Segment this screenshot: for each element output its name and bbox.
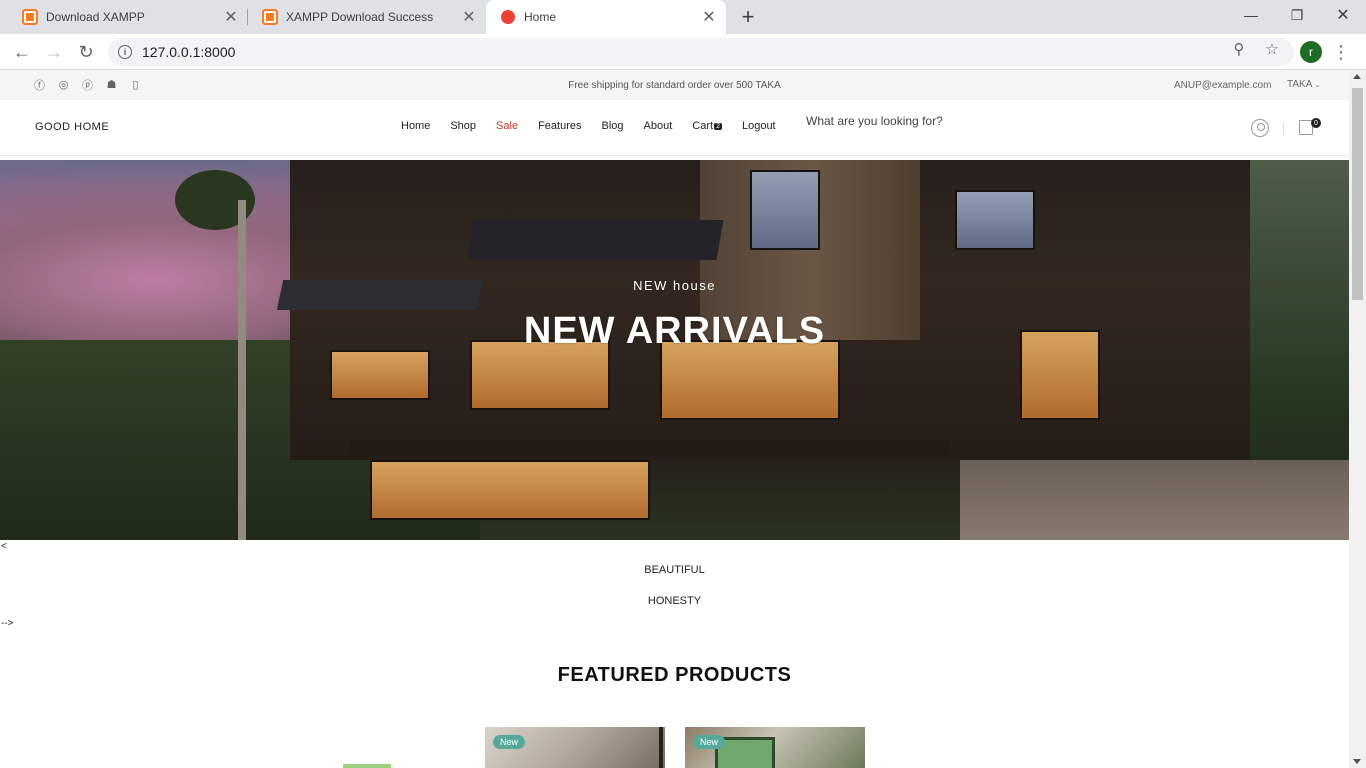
divider (1283, 123, 1284, 135)
back-button[interactable]: ← (9, 39, 35, 65)
user-icon[interactable] (1251, 119, 1269, 137)
nav-shop[interactable]: Shop (450, 120, 476, 132)
scrollbar-thumb[interactable] (1352, 88, 1363, 300)
nav-cart[interactable]: Cart 2 (692, 120, 722, 132)
tab-title: XAMPP Download Success (286, 10, 434, 24)
page-scrollbar[interactable] (1349, 70, 1366, 768)
close-icon[interactable]: ✕ (458, 6, 480, 28)
account-email[interactable]: ANUP@example.com (1174, 80, 1271, 91)
forward-button[interactable]: → (41, 39, 67, 65)
zoom-icon[interactable]: ⚲ (1229, 39, 1249, 59)
reload-button[interactable]: ↻ (73, 39, 99, 65)
site-logo[interactable]: GOOD HOME (35, 121, 109, 133)
nav-home[interactable]: Home (401, 120, 430, 132)
hero-title: NEW ARRIVALS (523, 310, 826, 352)
tab-strip: Download XAMPP ✕ XAMPP Download Success … (0, 0, 1366, 34)
nav-about[interactable]: About (644, 120, 673, 132)
nav-logout[interactable]: Logout (742, 120, 776, 132)
close-icon[interactable]: ✕ (698, 6, 720, 28)
chevron-down-icon: ⌄ (1314, 82, 1321, 89)
url-text: 127.0.0.1:8000 (142, 44, 236, 60)
page-viewport: ⓕ ◎ ⓟ ☗ ▯ Free shipping for standard ord… (0, 70, 1366, 768)
xampp-icon (22, 9, 38, 25)
stray-markup-close: --> (1, 618, 14, 629)
tab-xampp-success[interactable]: XAMPP Download Success ✕ (248, 0, 486, 34)
close-window-button[interactable]: ✕ (1320, 0, 1366, 30)
scroll-down-icon[interactable] (1353, 759, 1361, 764)
new-tab-button[interactable]: + (736, 4, 760, 29)
nav-sale[interactable]: Sale (496, 120, 518, 132)
bookmark-star-icon[interactable]: ☆ (1262, 39, 1282, 59)
minimize-button[interactable]: — (1228, 0, 1274, 30)
tab-download-xampp[interactable]: Download XAMPP ✕ (8, 0, 248, 34)
tab-home[interactable]: Home ✕ (486, 0, 726, 34)
restore-button[interactable]: ❐ (1274, 0, 1320, 30)
featured-products-title: FEATURED PRODUCTS (557, 664, 792, 686)
currency-label: TAKA (1287, 79, 1312, 90)
tagline-beautiful: BEAUTIFUL (644, 564, 705, 576)
top-bar: ⓕ ◎ ⓟ ☗ ▯ Free shipping for standard ord… (0, 70, 1349, 100)
close-icon[interactable]: ✕ (220, 6, 242, 28)
tab-title: Download XAMPP (46, 10, 145, 24)
shipping-notice: Free shipping for standard order over 50… (568, 80, 781, 91)
browser-toolbar: ← → ↻ i 127.0.0.1:8000 ⚲ ☆ r ⋮ (0, 34, 1366, 70)
nav-blog[interactable]: Blog (602, 120, 624, 132)
browser-menu-icon[interactable]: ⋮ (1332, 41, 1350, 63)
new-badge: New (493, 735, 526, 749)
nav-menu: Home Shop Sale Features Blog About Cart 2… (401, 120, 796, 132)
nav-cart-label: Cart (692, 120, 714, 132)
profile-avatar[interactable]: r (1300, 41, 1322, 63)
cart-count-badge: 2 (714, 123, 722, 130)
decorative-strip (343, 764, 391, 768)
bag-count-badge: 0 (1311, 118, 1321, 128)
currency-selector[interactable]: TAKA ⌄ (1287, 79, 1320, 90)
nav-features[interactable]: Features (538, 120, 581, 132)
site-dot-icon (500, 9, 516, 25)
hero-subtitle: NEW house (633, 278, 716, 293)
xampp-icon (262, 9, 278, 25)
scroll-up-icon[interactable] (1353, 74, 1361, 79)
product-card[interactable]: New (685, 727, 865, 768)
search-input[interactable]: What are you looking for? (806, 114, 943, 128)
tab-title: Home (524, 10, 557, 24)
info-icon[interactable]: i (118, 45, 132, 59)
address-bar[interactable]: i 127.0.0.1:8000 (108, 38, 1294, 66)
hero-banner: NEW house NEW ARRIVALS (0, 160, 1349, 540)
product-card[interactable]: New (485, 727, 665, 768)
tagline-honesty: HONESTY (647, 595, 702, 607)
main-navigation: GOOD HOME Home Shop Sale Features Blog A… (0, 100, 1349, 156)
new-badge: New (693, 735, 726, 749)
stray-markup-open: < (1, 541, 7, 552)
